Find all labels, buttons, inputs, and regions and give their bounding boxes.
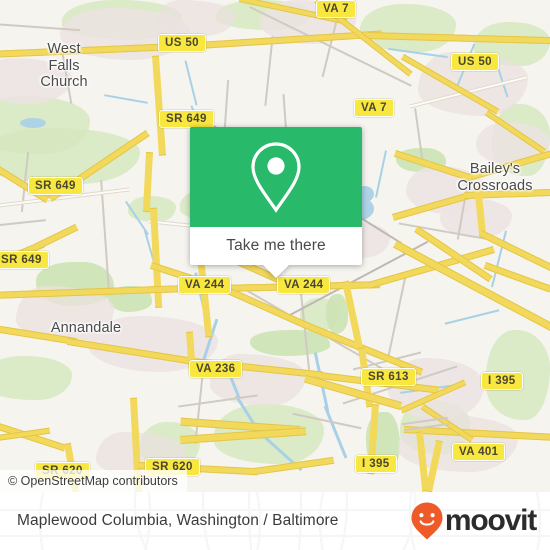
minor-road	[387, 276, 407, 356]
map-attribution[interactable]: © OpenStreetMap contributors	[0, 470, 187, 492]
road-shield: SR 649	[159, 110, 214, 128]
park-area	[0, 356, 72, 400]
road-shield: VA 7	[354, 99, 394, 117]
popup-header	[190, 127, 362, 227]
stream	[375, 150, 387, 198]
place-label: West Falls Church	[40, 41, 88, 90]
location-pin-icon	[251, 142, 301, 213]
footer-bar: Maplewood Columbia, Washington / Baltimo…	[0, 492, 550, 550]
location-popup-card[interactable]: Take me there	[190, 127, 362, 278]
moovit-wordmark: moovit	[444, 504, 537, 537]
minor-road	[0, 219, 46, 227]
highway-sr649	[34, 223, 79, 251]
stream	[444, 309, 500, 325]
highway-sr649	[152, 55, 166, 156]
road-shield: US 50	[451, 53, 499, 71]
popup-pointer	[263, 265, 289, 278]
urban-area	[156, 0, 236, 36]
road-shield: I 395	[481, 372, 523, 390]
stream	[184, 60, 198, 106]
stream	[104, 94, 148, 104]
road-shield: US 50	[158, 34, 206, 52]
road-shield: SR 649	[0, 251, 49, 269]
water-body	[20, 118, 46, 128]
road-shield: SR 613	[361, 368, 416, 386]
map-screenshot: West Falls Church Bailey's Crossroads An…	[0, 0, 550, 550]
road-shield: VA 401	[452, 443, 506, 461]
map-canvas[interactable]: West Falls Church Bailey's Crossroads An…	[0, 0, 550, 492]
road-shield: VA 244	[178, 276, 232, 294]
road-shield: VA 236	[189, 360, 243, 378]
page-title: Maplewood Columbia, Washington / Baltimo…	[17, 512, 339, 529]
attribution-text: © OpenStreetMap contributors	[8, 474, 178, 488]
take-me-there-button[interactable]: Take me there	[190, 227, 362, 265]
take-me-there-label: Take me there	[226, 237, 326, 254]
moovit-pin-icon	[411, 502, 443, 540]
road-shield: I 395	[355, 455, 397, 473]
minor-road	[264, 36, 274, 106]
place-label: Annandale	[50, 320, 122, 336]
road-shield: SR 649	[28, 177, 83, 195]
park-area	[326, 294, 348, 334]
place-label: Bailey's Crossroads	[457, 161, 533, 194]
stream	[323, 405, 348, 459]
road-shield: VA 244	[277, 276, 331, 294]
road-shield: VA 7	[316, 0, 356, 18]
moovit-logo[interactable]: moovit	[410, 501, 537, 541]
